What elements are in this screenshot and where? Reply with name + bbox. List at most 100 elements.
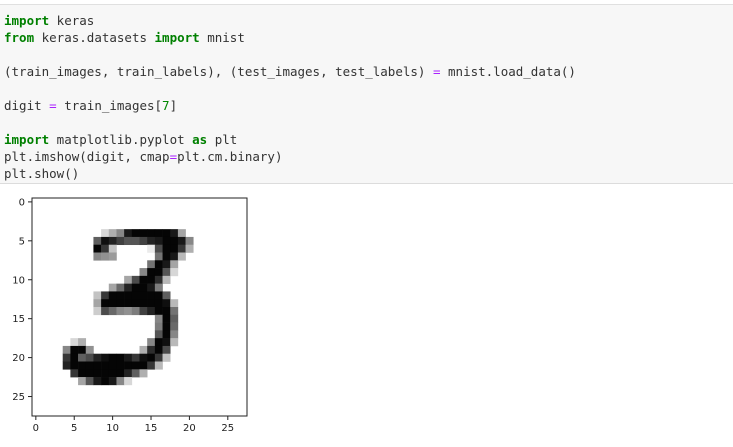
image-pixel (101, 236, 110, 246)
image-pixel (108, 299, 117, 308)
code-token: plt.cm.binary) (177, 149, 283, 164)
image-pixel (124, 229, 133, 238)
image-pixel (131, 229, 140, 238)
x-tick-label: 10 (106, 423, 119, 434)
image-pixel (139, 283, 148, 292)
code-line: plt.show() (4, 166, 79, 181)
image-pixel (177, 252, 186, 261)
code-token: = (169, 149, 178, 164)
image-pixel (116, 291, 125, 300)
image-pixel (93, 236, 102, 246)
image-pixel (154, 283, 163, 292)
code-cell-input[interactable]: import keras from keras.datasets import … (0, 4, 733, 184)
image-pixel (170, 314, 179, 323)
image-pixel (154, 275, 163, 284)
image-pixel (116, 299, 125, 308)
y-tick-label: 25 (12, 392, 25, 403)
image-pixel (70, 345, 79, 355)
image-pixel (124, 236, 133, 246)
image-pixel (108, 307, 117, 316)
image-pixel (162, 314, 171, 323)
image-pixel (124, 307, 133, 316)
image-pixel (147, 244, 156, 253)
image-pixel (78, 338, 87, 347)
code-token: matplotlib.pyplot (49, 132, 193, 147)
x-tick-label: 15 (145, 423, 158, 434)
image-pixel (101, 291, 110, 300)
x-tick-label: 25 (221, 423, 234, 434)
code-token: mnist.load_data() (440, 64, 576, 79)
image-pixel (147, 260, 156, 269)
image-pixel (162, 353, 171, 362)
image-pixel (124, 299, 133, 308)
image-pixel (131, 307, 140, 316)
image-pixel (101, 229, 110, 238)
image-pixel (139, 291, 148, 300)
image-pixel (147, 307, 156, 316)
image-pixel (147, 283, 156, 292)
image-pixel (131, 236, 140, 246)
image-pixel (70, 369, 79, 378)
image-pixel (170, 330, 179, 339)
image-pixel (177, 229, 186, 238)
code-editor[interactable]: import keras from keras.datasets import … (4, 12, 576, 182)
image-pixel (85, 377, 94, 386)
image-pixel (93, 369, 102, 378)
image-pixel (116, 307, 125, 316)
image-pixel (78, 377, 87, 386)
image-pixel (108, 369, 117, 378)
image-pixel (154, 268, 163, 277)
image-pixel (85, 369, 94, 378)
code-line: plt.imshow(digit, cmap=plt.cm.binary) (4, 149, 282, 164)
image-pixel (147, 229, 156, 238)
code-line: (train_images, train_labels), (test_imag… (4, 64, 576, 79)
image-pixel (93, 353, 102, 362)
image-pixel (93, 299, 102, 308)
y-tick-label: 20 (12, 353, 25, 364)
image-pixel (139, 345, 148, 355)
image-pixel (162, 236, 171, 246)
image-pixel (170, 260, 179, 269)
image-pixel (62, 361, 71, 370)
code-token: import (4, 132, 50, 147)
image-layer (62, 229, 194, 386)
image-pixel (131, 361, 140, 370)
image-pixel (101, 369, 110, 378)
image-pixel (154, 345, 163, 355)
image-pixel (108, 236, 117, 246)
code-token: mnist (199, 30, 245, 45)
y-tick-label: 10 (12, 275, 25, 286)
code-token: train_images[ (56, 98, 163, 113)
image-pixel (131, 369, 140, 378)
image-pixel (139, 299, 148, 308)
image-pixel (108, 353, 117, 362)
image-pixel (124, 283, 133, 292)
code-token: import (154, 30, 200, 45)
image-pixel (162, 275, 171, 284)
image-pixel (116, 236, 125, 246)
code-token: plt.imshow(digit, cmap (4, 149, 170, 164)
image-pixel (124, 369, 133, 378)
code-token: as (192, 132, 208, 147)
image-pixel (154, 314, 163, 323)
image-pixel (124, 291, 133, 300)
image-pixel (147, 345, 156, 355)
image-pixel (154, 338, 163, 347)
image-pixel (162, 299, 171, 308)
cell-output: 0 5 10 15 20 25 0 5 10 15 20 25 (0, 186, 733, 443)
image-pixel (139, 307, 148, 316)
image-pixel (62, 353, 71, 362)
image-pixel (124, 377, 133, 386)
code-token: = (49, 98, 57, 113)
code-token: plt (207, 132, 238, 147)
code-token: 7 (162, 98, 170, 113)
image-pixel (108, 377, 117, 386)
image-pixel (70, 361, 79, 370)
image-pixel (131, 299, 140, 308)
image-pixel (162, 252, 171, 261)
image-pixel (70, 338, 79, 347)
y-tick-label: 0 (19, 197, 25, 208)
image-pixel (147, 361, 156, 370)
image-pixel (62, 345, 71, 355)
image-pixel (108, 252, 117, 261)
